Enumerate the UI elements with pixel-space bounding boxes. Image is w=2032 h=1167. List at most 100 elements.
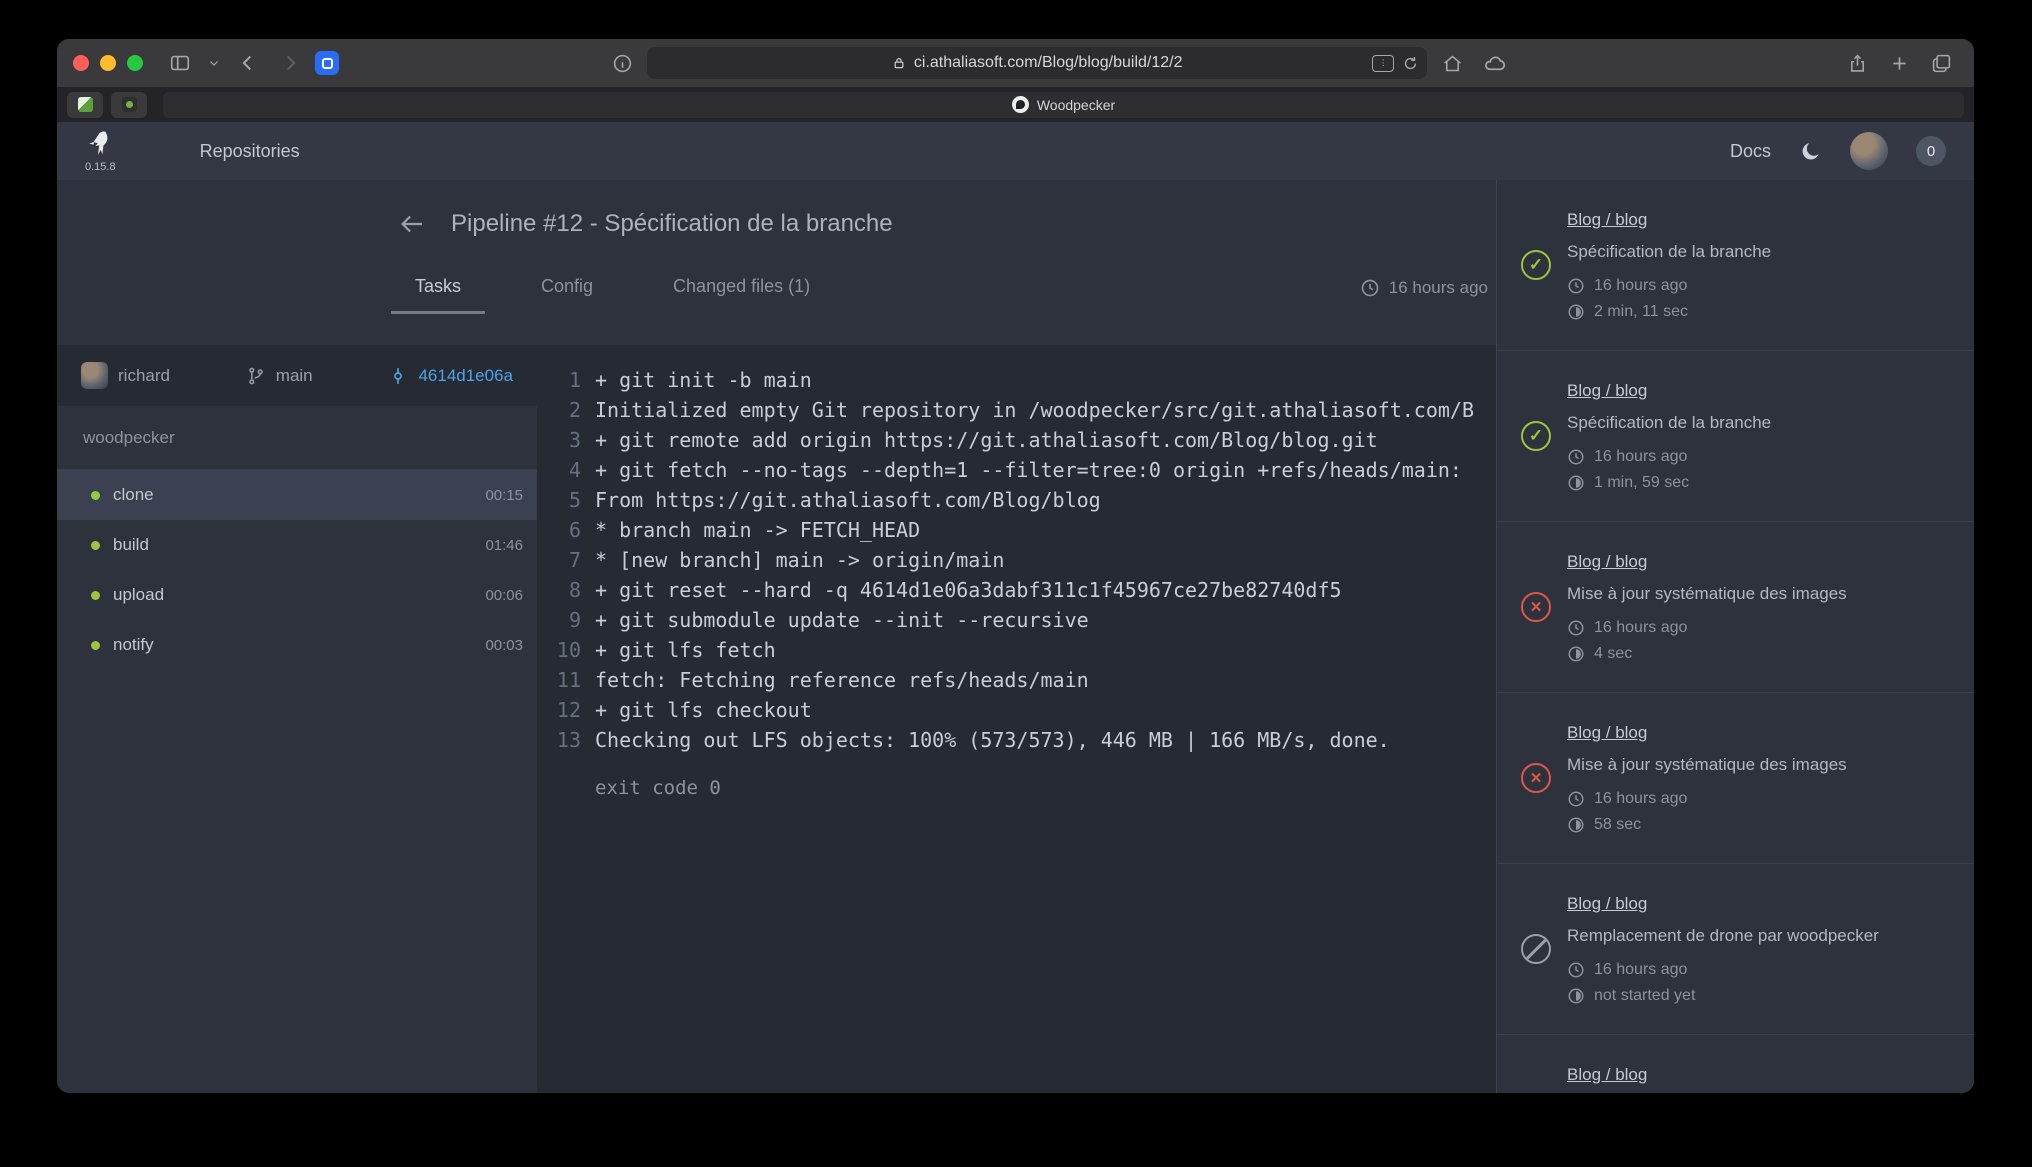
- build-entry[interactable]: Blog / blog Remplacement de drone par wo…: [1497, 1035, 1974, 1093]
- commit-group[interactable]: 4614d1e06a: [388, 366, 513, 386]
- build-entry[interactable]: Blog / blog Remplacement de drone par wo…: [1497, 864, 1974, 1035]
- log-line: 12 + git lfs checkout: [537, 695, 1496, 725]
- task-panel: richard main 4614d1e06a woodpecker: [57, 345, 537, 1093]
- build-repo-link[interactable]: Blog / blog: [1567, 552, 1647, 572]
- author-group: richard: [81, 362, 170, 389]
- log-line-text: + git remote add origin https://git.atha…: [581, 425, 1378, 455]
- duration-icon: [1567, 816, 1585, 834]
- info-icon[interactable]: [605, 47, 639, 79]
- build-message: Spécification de la branche: [1567, 413, 1956, 433]
- pinned-tab-favicon: [122, 97, 137, 112]
- log-line-text: + git fetch --no-tags --depth=1 --filter…: [581, 455, 1462, 485]
- build-entry[interactable]: Blog / blog Spécification de la branche …: [1497, 351, 1974, 522]
- woodpecker-logo[interactable]: 0.15.8: [85, 130, 116, 173]
- log-line: 11 fetch: Fetching reference refs/heads/…: [537, 665, 1496, 695]
- new-tab-icon[interactable]: [1882, 47, 1916, 79]
- forward-button[interactable]: [273, 47, 307, 79]
- step-duration: 00:06: [485, 587, 523, 604]
- workflow-step[interactable]: build 01:46: [57, 520, 537, 570]
- build-duration-row: 58 sec: [1567, 816, 1956, 834]
- screen: { "browser": { "url": "ci.athaliasoft.co…: [0, 0, 2032, 1167]
- close-button[interactable]: [73, 55, 89, 71]
- log-line: 3 + git remote add origin https://git.at…: [537, 425, 1496, 455]
- workflow-step[interactable]: clone 00:15: [57, 470, 537, 520]
- nav-repositories[interactable]: Repositories: [200, 141, 300, 162]
- page-settings-icon[interactable]: ⵗ: [1372, 55, 1394, 72]
- sidebar-toggle-icon[interactable]: [163, 47, 197, 79]
- build-repo-link[interactable]: Blog / blog: [1567, 1065, 1647, 1085]
- step-duration: 00:03: [485, 637, 523, 654]
- back-button[interactable]: [231, 47, 265, 79]
- build-duration-row: 2 min, 11 sec: [1567, 303, 1956, 321]
- step-status-dot: [91, 591, 100, 600]
- pipeline-title: Pipeline #12 - Spécification de la branc…: [451, 210, 893, 238]
- build-repo-link[interactable]: Blog / blog: [1567, 723, 1647, 743]
- step-status-dot: [91, 491, 100, 500]
- build-repo-link[interactable]: Blog / blog: [1567, 894, 1647, 914]
- build-time: 16 hours ago: [1594, 961, 1687, 979]
- log-line-number: 2: [537, 395, 581, 425]
- branch-name: main: [276, 366, 313, 386]
- pinned-tab-2[interactable]: [111, 92, 147, 118]
- log-line-text: Initialized empty Git repository in /woo…: [581, 395, 1474, 425]
- build-entry[interactable]: Blog / blog Mise à jour systématique des…: [1497, 693, 1974, 864]
- pipeline-tab[interactable]: Changed files (1): [649, 268, 834, 314]
- home-icon[interactable]: [1435, 47, 1469, 79]
- log-line-text: + git submodule update --init --recursiv…: [581, 605, 1089, 635]
- clock-icon: [1567, 790, 1585, 808]
- build-entry[interactable]: Blog / blog Spécification de la branche …: [1497, 180, 1974, 351]
- workflow-step[interactable]: notify 00:03: [57, 620, 537, 670]
- dark-mode-toggle[interactable]: [1799, 140, 1822, 163]
- lock-icon: [892, 56, 906, 70]
- active-tab[interactable]: Woodpecker: [163, 92, 1964, 118]
- build-message: Mise à jour systématique des images: [1567, 584, 1956, 604]
- pipeline-tab[interactable]: Tasks: [391, 268, 485, 314]
- step-name: upload: [113, 585, 164, 605]
- browser-toolbar: ci.athaliasoft.com/Blog/blog/build/12/2 …: [57, 39, 1974, 87]
- step-duration: 01:46: [485, 537, 523, 554]
- clock-icon: [1567, 619, 1585, 637]
- build-duration: not started yet: [1594, 987, 1695, 1005]
- chevron-down-icon[interactable]: [205, 47, 223, 79]
- back-arrow-icon[interactable]: [397, 209, 427, 239]
- workflow-step[interactable]: upload 00:06: [57, 570, 537, 620]
- log-line-text: From https://git.athaliasoft.com/Blog/bl…: [581, 485, 1101, 515]
- log-line-number: 11: [537, 665, 581, 695]
- browser-window: ci.athaliasoft.com/Blog/blog/build/12/2 …: [57, 39, 1974, 1093]
- extension-icon[interactable]: [315, 51, 339, 75]
- pipeline-panel: Pipeline #12 - Spécification de la branc…: [57, 180, 1496, 1093]
- build-entry[interactable]: Blog / blog Mise à jour systématique des…: [1497, 522, 1974, 693]
- log-line: 8 + git reset --hard -q 4614d1e06a3dabf3…: [537, 575, 1496, 605]
- nav-docs[interactable]: Docs: [1730, 141, 1771, 162]
- build-status-icon: [1521, 592, 1551, 622]
- reload-icon[interactable]: [1402, 55, 1419, 72]
- step-status-dot: [91, 641, 100, 650]
- share-icon[interactable]: [1840, 47, 1874, 79]
- clock-icon: [1360, 278, 1380, 298]
- step-name: notify: [113, 635, 154, 655]
- pipeline-tab-label: Changed files (1): [673, 276, 810, 296]
- minimize-button[interactable]: [100, 55, 116, 71]
- log-panel[interactable]: 1 + git init -b main 2 Initialized empty…: [537, 345, 1496, 1093]
- build-repo-link[interactable]: Blog / blog: [1567, 210, 1647, 230]
- step-status-dot: [91, 541, 100, 550]
- log-line-number: 3: [537, 425, 581, 455]
- log-line-number: 8: [537, 575, 581, 605]
- window-controls: [73, 55, 143, 71]
- notification-badge[interactable]: 0: [1916, 136, 1946, 166]
- user-avatar[interactable]: [1850, 132, 1888, 170]
- build-duration-row: 4 sec: [1567, 645, 1956, 663]
- pinned-tab-1[interactable]: [67, 92, 103, 118]
- zoom-button[interactable]: [127, 55, 143, 71]
- pipeline-tab[interactable]: Config: [517, 268, 617, 314]
- log-line-number: 6: [537, 515, 581, 545]
- address-bar[interactable]: ci.athaliasoft.com/Blog/blog/build/12/2 …: [647, 47, 1427, 79]
- log-line-number: 1: [537, 365, 581, 395]
- cloud-icon[interactable]: [1477, 47, 1511, 79]
- pipeline-tabs: Tasks Config Changed files (1) 16 hours …: [57, 268, 1496, 345]
- build-repo-link[interactable]: Blog / blog: [1567, 381, 1647, 401]
- tab-overview-icon[interactable]: [1924, 47, 1958, 79]
- build-message: Mise à jour systématique des images: [1567, 755, 1956, 775]
- build-list-sidebar[interactable]: Blog / blog Spécification de la branche …: [1496, 180, 1974, 1093]
- duration-icon: [1567, 474, 1585, 492]
